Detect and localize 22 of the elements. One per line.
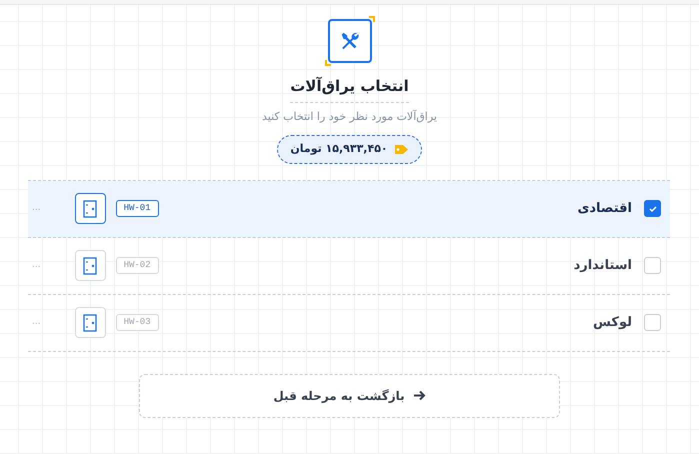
page-subtitle: یراق‌آلات مورد نظر خود را انتخاب کنید (262, 108, 437, 125)
more-dots: ... (32, 258, 41, 272)
door-icon (74, 307, 106, 338)
code-tag: HW-03 (116, 314, 159, 332)
checkbox[interactable] (644, 257, 661, 274)
back-button[interactable]: بازگشت به مرحله قبل (139, 374, 560, 418)
code-tag: HW-01 (116, 200, 159, 218)
checkbox[interactable] (644, 200, 661, 217)
page-title: انتخاب یراق‌آلات (290, 75, 409, 102)
door-icon (74, 193, 106, 224)
arrow-icon (412, 390, 426, 401)
option-label: استاندارد (574, 256, 632, 275)
more-dots: ... (32, 316, 41, 329)
checkbox[interactable] (644, 314, 661, 331)
option-label: لوکس (593, 314, 632, 332)
check-icon (648, 204, 658, 214)
option-label: اقتصادی (577, 200, 632, 218)
door-icon (74, 250, 106, 281)
price-badge: ۱۵,۹۳۳,۴۵۰ تومان (277, 135, 422, 164)
code-tag: HW-02 (116, 256, 159, 274)
more-dots: ... (32, 202, 41, 215)
tag-icon (394, 144, 409, 155)
